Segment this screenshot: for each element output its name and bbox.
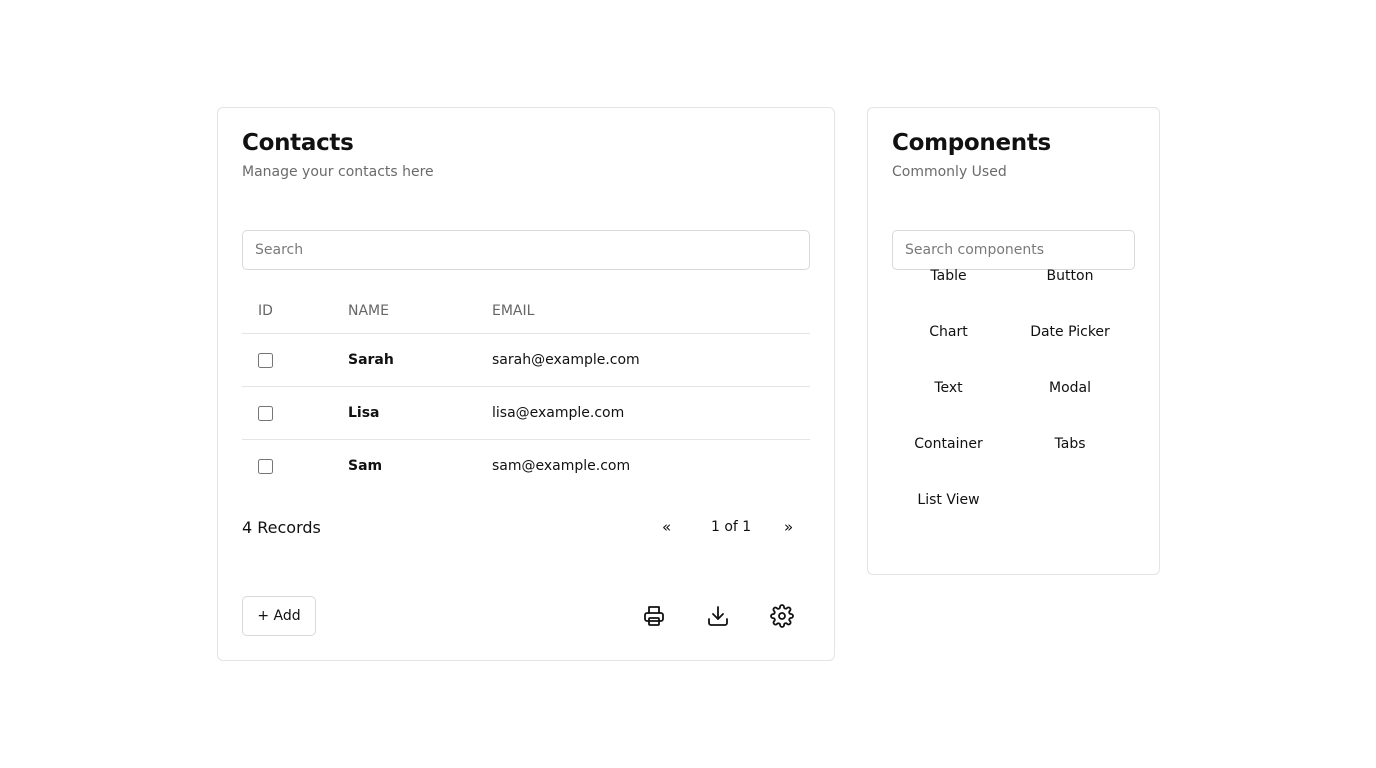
components-title: Components [892,130,1051,156]
contacts-title: Contacts [242,130,354,156]
component-item-list-view[interactable]: List View [892,472,1005,528]
table-header-row: ID NAME EMAIL [242,289,810,334]
component-item-modal[interactable]: Modal [1005,360,1135,416]
component-item-button[interactable]: Button [1005,248,1135,304]
records-count: 4 Records [242,518,321,537]
component-item-text[interactable]: Text [892,360,1005,416]
components-card: Components Commonly Used Table Button Ch… [867,107,1160,575]
column-header-id: ID [242,289,348,334]
download-icon [708,606,728,626]
component-item-table[interactable]: Table [892,248,1005,304]
contact-email: sam@example.com [492,458,631,474]
component-item-container[interactable]: Container [892,416,1005,472]
component-item-date-picker[interactable]: Date Picker [1005,304,1135,360]
row-select-checkbox[interactable] [258,352,273,368]
contact-email: sarah@example.com [492,333,810,387]
contacts-subtitle: Manage your contacts here [242,164,434,180]
row-select-checkbox[interactable] [258,405,273,421]
component-item-chart[interactable]: Chart [892,304,1005,360]
table-row: Lisa lisa@example.com [242,386,810,440]
column-header-name: NAME [348,289,492,334]
contact-name: Sam [348,458,383,474]
print-button[interactable] [640,602,668,630]
contacts-search-input[interactable] [242,230,810,270]
components-grid: Table Button Chart Date Picker Text Moda… [892,268,1135,558]
column-header-email: EMAIL [492,289,810,334]
components-subtitle: Commonly Used [892,164,1007,180]
pagination-next-button[interactable]: » [784,518,793,536]
contacts-card: Contacts Manage your contacts here ID NA… [217,107,835,661]
gear-icon [770,604,794,628]
contact-name: Lisa [348,386,492,440]
download-button[interactable] [704,602,732,630]
table-row: Sarah sarah@example.com [242,333,810,387]
printer-icon [644,606,664,626]
contact-email: lisa@example.com [492,386,810,440]
pagination-status: 1 of 1 [711,519,752,535]
table-row: Sam sam@example.com [242,440,810,493]
component-item-tabs[interactable]: Tabs [1005,416,1135,472]
contacts-table: ID NAME EMAIL Sarah sarah@example.com Li… [242,289,810,492]
settings-button[interactable] [768,602,796,630]
contact-name: Sarah [348,333,492,387]
pagination-prev-button[interactable]: « [662,518,671,536]
add-contact-button[interactable]: + Add [242,596,316,636]
row-select-checkbox[interactable] [258,458,273,474]
